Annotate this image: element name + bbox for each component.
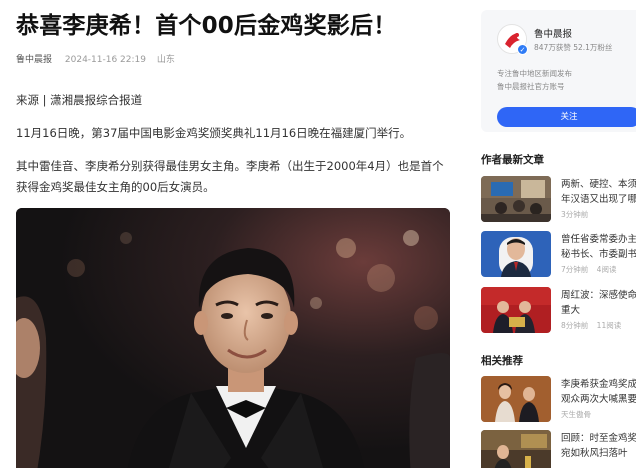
article-meta: 鲁中晨报 2024-11-16 22:19 山东 [16,52,175,65]
article-paragraph: 来源 | 潇湘晨报综合报道 [16,93,143,107]
card-reads: 11阅读 [596,321,622,330]
card-meta: 8分钟前 11阅读 [561,320,621,331]
card-title-line: 年汉语又出现了哪 [561,194,636,205]
card-reads: 4阅读 [596,265,617,274]
card-title-line: 李庚希获金鸡奖成 [561,379,636,390]
card-meta: 天生傲骨 [561,409,591,420]
latest-article-item[interactable]: 曾任省委常委办主 秘书长、市委副书 7分钟前 4阅读 [481,231,636,277]
latest-articles-heading: 作者最新文章 [481,154,544,166]
card-title-line: 观众两次大喊黑要 [561,394,636,405]
card-title: 李庚希获金鸡奖成 观众两次大喊黑要 [561,377,636,407]
article-paragraph: 11月16日晚，第37届中国电影金鸡奖颁奖典礼11月16日晚在福建厦门举行。 [16,126,412,140]
card-title-line: 宛如秋风扫落叶 [561,448,628,459]
article-thumbnail [481,430,551,468]
author-desc-line: 鲁中晨报社官方账号 [497,81,565,91]
related-article-item[interactable]: 李庚希获金鸡奖成 观众两次大喊黑要 天生傲骨 [481,376,636,422]
card-title-line: 曾任省委常委办主 [561,234,636,245]
card-author: 天生傲骨 [561,410,591,419]
card-title-line: 两新、硬控、本须 [561,179,636,190]
card-title-line: 秘书长、市委副书 [561,249,636,260]
card-title-line: 回顾：时至金鸡奖 [561,433,636,444]
article-photo[interactable] [16,208,450,468]
article-title: 恭喜李庚希！首个00后金鸡奖影后！ [16,13,397,39]
card-title: 两新、硬控、本须 年汉语又出现了哪 [561,177,636,207]
author-stats: 847万获赞 52.1万粉丝 [534,43,613,52]
author-name[interactable]: 鲁中晨报 [534,26,572,40]
related-heading: 相关推荐 [481,355,523,367]
thumbnail-image [481,176,551,222]
card-title-line: 重大 [561,305,581,316]
author-desc-line: 专注鲁中地区新闻发布 [497,69,572,78]
thumbnail-image [481,376,551,422]
latest-article-item[interactable]: 周红波：深感使命 重大 8分钟前 11阅读 [481,287,636,333]
verified-badge-icon: ✓ [517,44,528,55]
thumbnail-image [481,287,551,333]
article-thumbnail [481,176,551,222]
card-meta: 3分钟前 [561,209,588,220]
article-thumbnail [481,287,551,333]
photo-illustration [16,208,450,468]
article-location: 山东 [156,55,175,65]
related-article-item[interactable]: 回顾：时至金鸡奖 宛如秋风扫落叶 [481,430,636,468]
thumbnail-image [481,231,551,277]
author-card: ✓ 鲁中晨报 847万获赞 52.1万粉丝 专注鲁中地区新闻发布 鲁中晨报社官方… [481,10,636,132]
article-thumbnail [481,231,551,277]
article-paragraph: 其中雷佳音、李庚希分别获得最佳男女主角。李庚希（出生于2000年4月）也是首个获… [16,159,444,194]
card-title: 回顾：时至金鸡奖 宛如秋风扫落叶 [561,431,636,461]
article-time: 2024-11-16 22:19 [64,55,146,65]
card-time: 3分钟前 [561,210,589,219]
card-meta: 7分钟前 4阅读 [561,264,616,275]
card-title: 周红波：深感使命 重大 [561,288,636,318]
latest-article-item[interactable]: 两新、硬控、本须 年汉语又出现了哪 3分钟前 [481,176,636,222]
card-title: 曾任省委常委办主 秘书长、市委副书 [561,232,636,262]
article-thumbnail [481,376,551,422]
card-time: 8分钟前 [561,321,589,330]
thumbnail-image [481,430,551,468]
author-description: 专注鲁中地区新闻发布 鲁中晨报社官方账号 [497,68,572,93]
card-time: 7分钟前 [561,265,589,274]
card-title-line: 周红波：深感使命 [561,290,636,301]
article-source[interactable]: 鲁中晨报 [16,55,52,65]
follow-button[interactable]: 关注 [497,107,636,127]
